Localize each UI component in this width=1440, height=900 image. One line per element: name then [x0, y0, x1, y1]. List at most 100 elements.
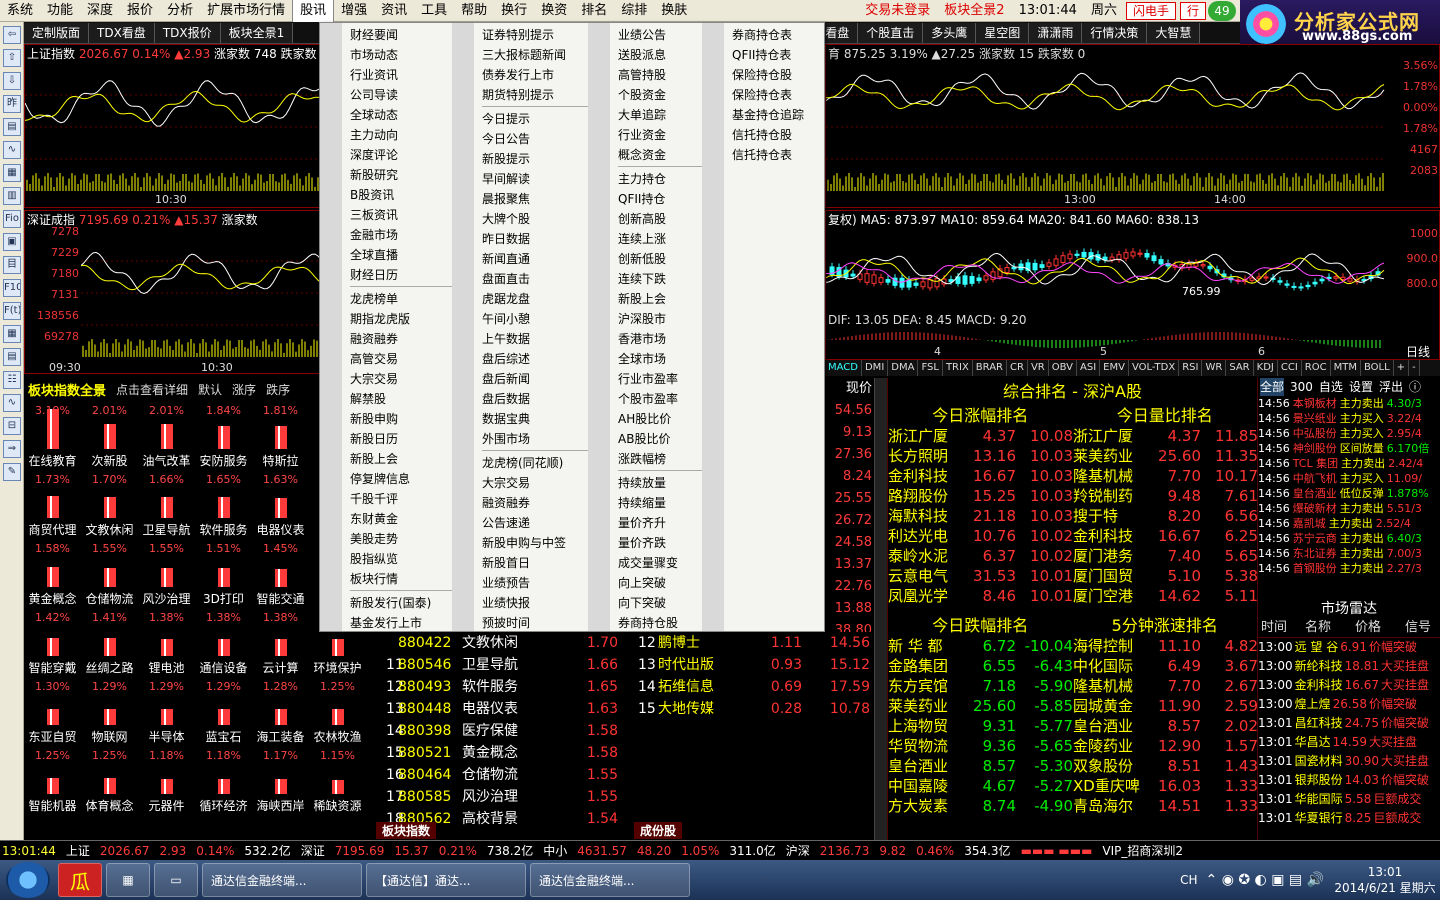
rank-row[interactable]: 金利科技 16.67 10.03 — [888, 466, 1073, 486]
radar-row[interactable]: 13:00 金利科技 16.67 大买挂盘 — [1258, 676, 1440, 695]
menu-7[interactable]: 增强 — [334, 0, 374, 22]
menu-item[interactable]: 新股申购 — [320, 409, 452, 429]
table-row[interactable]: 16 880464 仓储物流 1.55 — [370, 764, 628, 786]
block-cell[interactable]: 1.45% 智能交通 — [252, 542, 309, 611]
menu-item[interactable]: 保险持仓表 — [702, 85, 824, 105]
menu-item[interactable]: 量价齐跌 — [588, 533, 702, 553]
rank-row[interactable]: 莱美药业 25.60 -5.85 — [888, 696, 1073, 716]
rank-row[interactable]: 海默科技 21.18 10.03 — [888, 506, 1073, 526]
menu-item[interactable]: 三大报标题新闻 — [452, 45, 588, 65]
indicator-21[interactable]: - — [1409, 360, 1420, 376]
menu-item[interactable]: 连续上涨 — [588, 229, 702, 249]
watch-tab-5[interactable]: ⓘ — [1409, 378, 1421, 396]
indicator-11[interactable]: VOL-TDX — [1129, 360, 1180, 376]
menu-item[interactable]: 股指纵览 — [320, 549, 452, 569]
table-row[interactable]: 14 拓维信息 0.69 17.59 — [628, 676, 874, 698]
rank-row[interactable]: 上海物贸 9.31 -5.77 — [888, 716, 1073, 736]
rank-row[interactable]: 园城黄金 11.90 2.59 — [1073, 696, 1258, 716]
menu-item[interactable]: 盘后新闻 — [452, 369, 588, 389]
taskbar-item[interactable]: 通达信金融终端... — [530, 863, 690, 897]
menu-item[interactable]: 财经要闻 — [320, 25, 452, 45]
rank-row[interactable]: 莱美药业 25.60 11.35 — [1073, 446, 1258, 466]
indicator-4[interactable]: TRIX — [943, 360, 973, 376]
menu-item[interactable]: 券商持仓股 — [588, 613, 702, 633]
menu-item[interactable]: QFII持仓表 — [702, 45, 824, 65]
rank-row[interactable]: 厦门港务 7.40 5.65 — [1073, 546, 1258, 566]
menu-item[interactable]: 千股千评 — [320, 489, 452, 509]
block-cell[interactable]: 1.41% 丝绸之路 — [81, 611, 138, 680]
tool-1-icon[interactable]: ⇧ — [3, 49, 21, 67]
rank-row[interactable]: 云意电气 31.53 10.01 — [888, 566, 1073, 586]
block-cell[interactable]: 2.01% 油气改革 — [138, 404, 195, 473]
melon-app-icon[interactable]: 瓜 — [58, 863, 102, 897]
watch-tab-1[interactable]: 300 — [1290, 378, 1313, 396]
block-cell[interactable]: 1.18% 元器件 — [138, 749, 195, 818]
block-cell[interactable]: 1.15% 稀缺资源 — [309, 749, 366, 818]
block-cell[interactable]: 1.70% 文教休闲 — [81, 473, 138, 542]
menu-item[interactable]: 大牌个股 — [452, 209, 588, 229]
menu-item[interactable]: 新闻直通 — [452, 249, 588, 269]
indicator-13[interactable]: WR — [1202, 360, 1227, 376]
menu-item[interactable]: 个股市盈率 — [588, 389, 702, 409]
rank-row[interactable]: 羚锐制药 9.48 7.61 — [1073, 486, 1258, 506]
block-cell[interactable]: 2.01% 次新股 — [81, 404, 138, 473]
menu-item[interactable]: 创新高股 — [588, 209, 702, 229]
tool-14-icon[interactable]: ▤ — [3, 348, 21, 366]
tool-5-icon[interactable]: ∿ — [3, 141, 21, 159]
menu-item[interactable]: 基金持仓追踪 — [702, 105, 824, 125]
menu-item[interactable]: 融资融券 — [452, 493, 588, 513]
watch-row[interactable]: 14:56 景兴纸业 主力买入 3.22/4 — [1258, 411, 1440, 426]
indicator-14[interactable]: SAR — [1226, 360, 1254, 376]
vip-server[interactable]: VIP_招商深圳2 — [1102, 842, 1183, 859]
menu-5[interactable]: 扩展市场行情 — [200, 0, 292, 22]
rank-row[interactable]: 金路集团 6.55 -6.43 — [888, 656, 1073, 676]
menu-item[interactable]: 持续放量 — [588, 473, 702, 493]
block-cell[interactable]: 1.17% 海峡西岸 — [252, 749, 309, 818]
menu-1[interactable]: 功能 — [40, 0, 80, 22]
tool-12-icon[interactable]: F(t) — [3, 302, 21, 320]
menu-item[interactable]: 证券特别提示 — [452, 25, 588, 45]
menu-item[interactable]: 龙虎榜(同花顺) — [452, 453, 588, 473]
watch-row[interactable]: 14:56 本钢板材 主力卖出 4.30/3 — [1258, 396, 1440, 411]
radar-row[interactable]: 13:01 银邦股份 14.03 价幅突破 — [1258, 771, 1440, 790]
calculator-icon[interactable]: ▦ — [106, 863, 150, 897]
tool-11-icon[interactable]: F10 — [3, 279, 21, 297]
indicator-3[interactable]: FSL — [918, 360, 943, 376]
component-stock-tab[interactable]: 成份股 — [634, 822, 683, 839]
menu-0[interactable]: 系统 — [0, 0, 40, 22]
menu-item[interactable]: 基金发行上市 — [320, 613, 452, 633]
table-row[interactable]: 880422 文教休闲 1.70 — [370, 632, 628, 654]
tool-13-icon[interactable]: ▦ — [3, 325, 21, 343]
period-daily[interactable]: 日线 — [1406, 343, 1430, 360]
indicator-8[interactable]: OBV — [1049, 360, 1077, 376]
tab-14[interactable]: 个股直击 — [858, 22, 924, 43]
menu-item[interactable]: 晨报聚焦 — [452, 189, 588, 209]
menu-11[interactable]: 换行 — [494, 0, 534, 22]
tool-7-icon[interactable]: ▥ — [3, 187, 21, 205]
menu-item[interactable]: 早间解读 — [452, 169, 588, 189]
rank-row[interactable]: 利达光电 10.76 10.02 — [888, 526, 1073, 546]
menu-item[interactable]: 行业资讯 — [320, 65, 452, 85]
block-cell[interactable]: 1.73% 商贸代理 — [24, 473, 81, 542]
radar-row[interactable]: 13:00 煌上煌 26.58 价幅突破 — [1258, 695, 1440, 714]
rank-row[interactable]: 金陵药业 12.90 1.57 — [1073, 736, 1258, 756]
trade-button[interactable]: 行 — [1179, 1, 1206, 20]
menu-item[interactable]: QFII持仓 — [588, 189, 702, 209]
indicator-7[interactable]: VR — [1028, 360, 1049, 376]
rank-row[interactable]: 金利科技 16.67 6.25 — [1073, 526, 1258, 546]
menu-9[interactable]: 工具 — [414, 0, 454, 22]
menu-item[interactable]: 高管交易 — [320, 349, 452, 369]
block-cell[interactable]: 1.30% 东亚自贸 — [24, 680, 81, 749]
menu-item[interactable]: 盘面直击 — [452, 269, 588, 289]
tab-16[interactable]: 星空图 — [976, 22, 1030, 43]
menu-item[interactable]: 金融市场 — [320, 225, 452, 245]
block-cell[interactable]: 1.29% 物联网 — [81, 680, 138, 749]
tool-15-icon[interactable]: ☷ — [3, 371, 21, 389]
menu-15[interactable]: 换肤 — [654, 0, 694, 22]
menu-12[interactable]: 换资 — [534, 0, 574, 22]
sh-index-chart[interactable]: 上证指数 2026.67 0.14% ▲2.93 涨家数 748 跌家数 10:… — [24, 44, 324, 208]
menu-item[interactable]: 信托持仓表 — [702, 145, 824, 165]
block-cell[interactable]: 1.25% 智能机器 — [24, 749, 81, 818]
loss-rank-title[interactable]: 今日跌幅排名 — [888, 612, 1073, 636]
notification-badge[interactable]: 49 — [1208, 0, 1236, 21]
